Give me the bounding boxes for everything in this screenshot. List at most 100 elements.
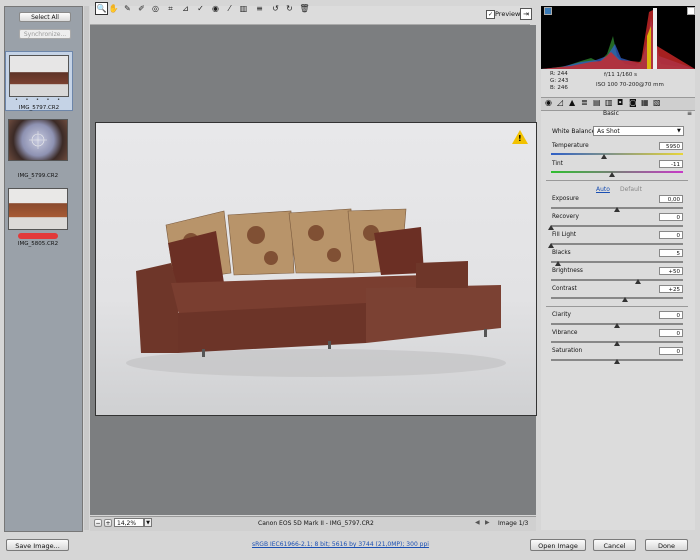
tab-presets[interactable]: ▦ — [641, 98, 649, 107]
white-balance-select[interactable]: As Shot — [593, 126, 684, 136]
tab-lens-corrections[interactable]: ▥ — [605, 98, 613, 107]
slider-label: Blacks — [552, 250, 571, 256]
preview-checkbox[interactable]: ✓ — [486, 10, 495, 19]
slider-value-field[interactable]: 0 — [659, 347, 683, 355]
preferences-icon[interactable]: ≡ — [254, 3, 265, 14]
chevron-down-icon: ▼ — [677, 128, 681, 134]
highlight-clipping-warning-icon[interactable] — [687, 7, 695, 15]
slider-label: Fill Light — [552, 232, 577, 238]
rotate-left-icon[interactable]: ↺ — [270, 3, 281, 14]
zoom-level-field[interactable]: 14,2% — [114, 518, 144, 527]
tab-basic[interactable]: ◉ — [545, 98, 552, 107]
slider-value-field[interactable]: -11 — [659, 160, 683, 168]
slider-value-field[interactable]: +25 — [659, 285, 683, 293]
zoom-tool-icon[interactable]: 🔍 — [95, 2, 108, 15]
slider-value-field[interactable]: 0 — [659, 231, 683, 239]
color-sampler-tool-icon[interactable]: ✐ — [136, 3, 147, 14]
hand-tool-icon[interactable]: ✋ — [108, 3, 119, 14]
zoom-out-button[interactable]: − — [94, 519, 102, 527]
straighten-tool-icon[interactable]: ⊿ — [180, 3, 191, 14]
synchronize-button[interactable]: Synchronize... — [19, 29, 71, 39]
slider-thumb[interactable] — [614, 323, 620, 328]
divider — [546, 306, 688, 307]
filmstrip-item-2[interactable]: IMG_5799.CR2 — [5, 119, 71, 179]
slider-thumb[interactable] — [614, 359, 620, 364]
white-balance-label: White Balance: — [552, 128, 598, 135]
slider-thumb[interactable] — [600, 154, 607, 159]
crosshair-icon — [29, 131, 47, 149]
slider-value-field[interactable]: +50 — [659, 267, 683, 275]
save-image-button[interactable]: Save Image... — [6, 539, 69, 551]
chevron-down-icon[interactable]: ▼ — [144, 518, 152, 527]
filmstrip-item-label: IMG_5799.CR2 — [17, 173, 59, 179]
tab-effects[interactable]: ◘ — [617, 98, 623, 107]
cancel-button[interactable]: Cancel — [593, 539, 636, 551]
target-adjustment-tool-icon[interactable]: ◎ — [150, 3, 161, 14]
slider-track[interactable] — [551, 297, 683, 299]
slider-label: Recovery — [552, 214, 579, 220]
trash-icon[interactable]: 🗑 — [299, 3, 310, 14]
crop-tool-icon[interactable]: ⌗ — [165, 3, 176, 14]
tab-tone-curve[interactable]: ◿ — [557, 98, 563, 107]
tab-split-toning[interactable]: ▤ — [593, 98, 601, 107]
slider-value-field[interactable]: 5950 — [659, 142, 683, 150]
slider-track[interactable] — [551, 279, 683, 281]
tab-camera-calibration[interactable]: ◙ — [629, 98, 637, 107]
done-button[interactable]: Done — [645, 539, 688, 551]
thumbnail-image — [9, 55, 69, 97]
auto-link[interactable]: Auto — [596, 186, 610, 193]
slider-thumb[interactable] — [621, 297, 628, 302]
open-image-button[interactable]: Open Image — [530, 539, 586, 551]
slider-track[interactable] — [551, 243, 683, 245]
slider-value-field[interactable]: 0 — [659, 311, 683, 319]
warning-icon-glyph: ! — [518, 134, 522, 143]
filmstrip-item-3[interactable]: IMG_5805.CR2 — [5, 188, 71, 250]
filmstrip-item-1[interactable]: • • • • • IMG_5797.CR2 — [5, 51, 73, 111]
spot-removal-tool-icon[interactable]: ✓ — [195, 3, 206, 14]
rgb-readout-g: G: 243 — [550, 78, 569, 84]
slider-thumb[interactable] — [608, 172, 615, 177]
slider-value-field[interactable]: 0 — [659, 213, 683, 221]
rotate-right-icon[interactable]: ↻ — [284, 3, 295, 14]
rating-stars[interactable]: • • • • • — [6, 97, 72, 103]
tab-hsl[interactable]: ≣ — [581, 98, 588, 107]
zoom-in-button[interactable]: + — [104, 519, 112, 527]
tab-detail[interactable]: ▲ — [569, 98, 575, 107]
slider-label: Saturation — [552, 348, 583, 354]
shadow-clipping-warning-icon[interactable] — [544, 7, 552, 15]
previous-image-icon[interactable]: ◀ — [475, 519, 480, 526]
thumbnail-image — [8, 188, 68, 230]
slider-track[interactable] — [551, 261, 683, 263]
select-all-button[interactable]: Select All — [19, 12, 71, 22]
section-title: Basic — [603, 110, 619, 117]
tint-gradient — [551, 171, 683, 173]
preview-image — [95, 122, 537, 416]
tab-snapshots[interactable]: ▧ — [653, 98, 661, 107]
filmstrip-item-label: IMG_5797.CR2 — [18, 105, 60, 111]
slider-value-field[interactable]: 0,00 — [659, 195, 683, 203]
slider-value-field[interactable]: 0 — [659, 329, 683, 337]
slider-thumb[interactable] — [635, 279, 642, 284]
filmstrip-item-label: IMG_5805.CR2 — [17, 241, 59, 247]
adjustment-brush-icon[interactable]: ⁄ — [224, 3, 235, 14]
slider-thumb[interactable] — [548, 225, 554, 230]
image-counter: Image 1/3 — [498, 520, 529, 527]
slider-track[interactable] — [551, 225, 683, 227]
slider-thumb[interactable] — [554, 261, 561, 266]
slider-thumb[interactable] — [614, 341, 620, 346]
slider-thumb[interactable] — [548, 243, 554, 248]
next-image-icon[interactable]: ▶ — [485, 519, 490, 526]
camera-filename: Canon EOS 5D Mark II - IMG_5797.CR2 — [258, 520, 374, 527]
workflow-options-link[interactable]: sRGB IEC61966-2.1; 8 bit; 5616 by 3744 (… — [252, 541, 429, 548]
rgb-readout-r: R: 244 — [550, 71, 568, 77]
graduated-filter-icon[interactable]: ▥ — [238, 3, 249, 14]
fullscreen-icon[interactable]: ⇥ — [520, 8, 532, 20]
white-balance-tool-icon[interactable]: ✎ — [122, 3, 133, 14]
slider-value-field[interactable]: 5 — [659, 249, 683, 257]
default-link[interactable]: Default — [620, 186, 642, 193]
red-eye-tool-icon[interactable]: ◉ — [210, 3, 221, 14]
slider-thumb[interactable] — [614, 207, 620, 212]
filmstrip-resize-handle[interactable] — [84, 6, 89, 530]
panel-menu-icon[interactable]: ≡ — [687, 110, 692, 117]
temperature-gradient — [551, 153, 683, 155]
